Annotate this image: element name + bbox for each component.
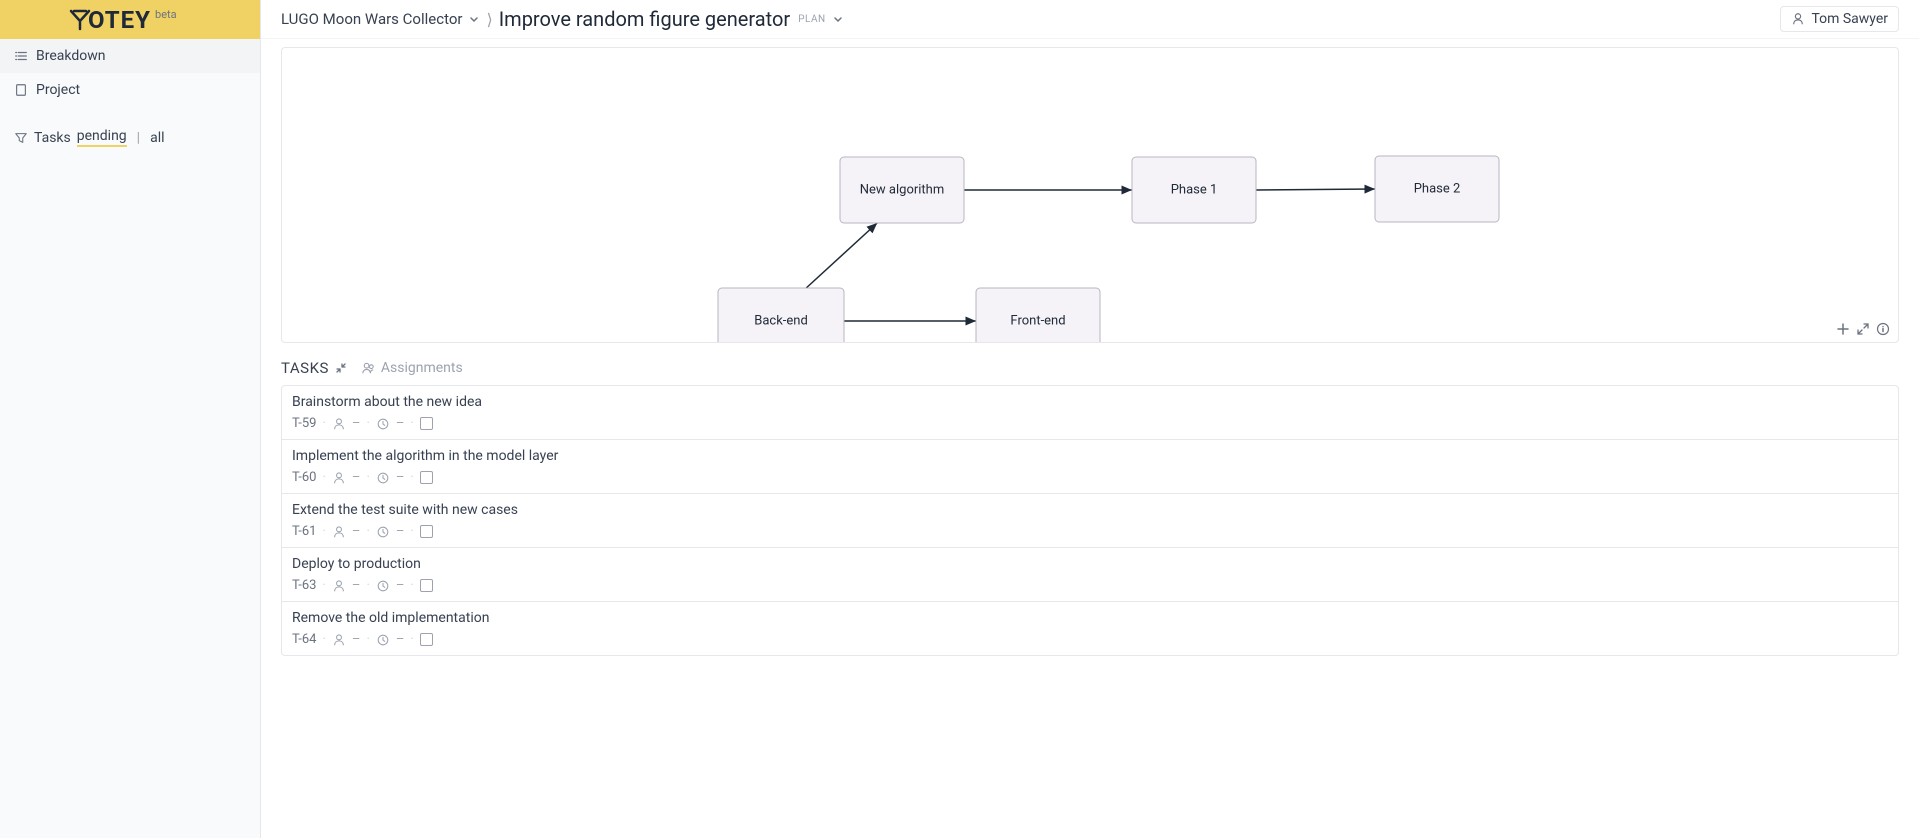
task-estimate[interactable]: – [396, 632, 405, 647]
task-row[interactable]: Deploy to production T-63 · – · – · [282, 548, 1898, 602]
users-icon [361, 361, 376, 376]
breadcrumb-separator: ⟩ [486, 10, 492, 29]
diagram-edge [1256, 189, 1375, 190]
task-assignee[interactable]: – [352, 524, 361, 539]
clock-icon [376, 471, 390, 485]
task-title: Implement the algorithm in the model lay… [292, 448, 1888, 464]
breadcrumb-project[interactable]: LUGO Moon Wars Collector [281, 10, 462, 28]
diagram-svg: Back-end New algorithm Front-end Phase 1 Pha… [282, 48, 1898, 342]
task-meta: T-59 · – · – · [292, 416, 1888, 431]
user-icon [1791, 12, 1805, 26]
user-icon [332, 417, 346, 431]
diagram-node-label: Phase 2 [1414, 181, 1461, 196]
clock-icon [376, 579, 390, 593]
task-meta: T-61 · – · – · [292, 524, 1888, 539]
task-estimate[interactable]: – [396, 578, 405, 593]
sidebar-item-label: Project [36, 82, 80, 98]
task-id: T-60 [292, 470, 317, 485]
task-id: T-63 [292, 578, 317, 593]
clock-icon [376, 633, 390, 647]
filter-separator: | [137, 130, 140, 146]
task-list: Brainstorm about the new idea T-59 · – ·… [281, 385, 1899, 656]
diagram-toolbar [1836, 322, 1890, 336]
logo-bar[interactable]: OTEY beta [0, 0, 260, 39]
sidebar-item-breakdown[interactable]: Breakdown [0, 39, 260, 73]
task-row[interactable]: Extend the test suite with new cases T-6… [282, 494, 1898, 548]
user-icon [332, 579, 346, 593]
diagram-node-label: Phase 1 [1171, 182, 1218, 197]
task-checkbox[interactable] [420, 417, 433, 430]
diagram-node-label: New algorithm [860, 182, 945, 197]
filter-icon [14, 131, 28, 145]
chevron-down-icon[interactable] [468, 13, 480, 25]
breadcrumb: LUGO Moon Wars Collector ⟩ Improve rando… [281, 7, 844, 31]
user-icon [332, 471, 346, 485]
tasks-section-header: TASKS Assignments [261, 343, 1919, 385]
task-id: T-61 [292, 524, 317, 539]
sidebar-item-project[interactable]: Project [0, 73, 260, 107]
task-meta: T-64 · – · – · [292, 632, 1888, 647]
task-title: Deploy to production [292, 556, 1888, 572]
diagram-node-backend[interactable]: Back-end [718, 288, 844, 342]
book-icon [14, 83, 28, 97]
header: LUGO Moon Wars Collector ⟩ Improve rando… [261, 0, 1919, 39]
tasks-filter: Tasks pending | all [0, 119, 260, 156]
task-assignee[interactable]: – [352, 470, 361, 485]
list-icon [14, 49, 28, 63]
clock-icon [376, 525, 390, 539]
diagram-node-label: Back-end [754, 313, 808, 328]
collapse-icon[interactable] [335, 362, 347, 374]
assignments-link[interactable]: Assignments [361, 360, 463, 376]
task-assignee[interactable]: – [352, 578, 361, 593]
plus-icon[interactable] [1836, 322, 1850, 336]
logo-text: OTEY [88, 6, 151, 34]
plan-badge: PLAN [798, 14, 825, 25]
diagram-node-phase2[interactable]: Phase 2 [1375, 156, 1499, 222]
task-title: Brainstorm about the new idea [292, 394, 1888, 410]
filter-pending[interactable]: pending [77, 128, 127, 147]
task-assignee[interactable]: – [352, 416, 361, 431]
task-checkbox[interactable] [420, 633, 433, 646]
chevron-down-icon[interactable] [832, 13, 844, 25]
task-estimate[interactable]: – [396, 470, 405, 485]
tasks-filter-label: Tasks [34, 130, 71, 146]
logo-icon [68, 7, 92, 31]
task-row[interactable]: Remove the old implementation T-64 · – ·… [282, 602, 1898, 655]
task-title: Extend the test suite with new cases [292, 502, 1888, 518]
sidebar: OTEY beta Breakdown Project Tasks pendin… [0, 0, 261, 838]
task-checkbox[interactable] [420, 579, 433, 592]
diagram-node-phase1[interactable]: Phase 1 [1132, 157, 1256, 223]
assignments-label: Assignments [381, 360, 463, 376]
user-icon [332, 525, 346, 539]
filter-all[interactable]: all [150, 130, 164, 146]
sidebar-item-label: Breakdown [36, 48, 105, 64]
task-checkbox[interactable] [420, 525, 433, 538]
task-assignee[interactable]: – [352, 632, 361, 647]
task-meta: T-60 · – · – · [292, 470, 1888, 485]
expand-icon[interactable] [1856, 322, 1870, 336]
task-estimate[interactable]: – [396, 524, 405, 539]
task-row[interactable]: Brainstorm about the new idea T-59 · – ·… [282, 386, 1898, 440]
task-id: T-64 [292, 632, 317, 647]
user-name: Tom Sawyer [1811, 11, 1888, 27]
diagram-node-frontend[interactable]: Front-end [976, 288, 1100, 342]
task-row[interactable]: Implement the algorithm in the model lay… [282, 440, 1898, 494]
task-estimate[interactable]: – [396, 416, 405, 431]
diagram-panel[interactable]: Back-end New algorithm Front-end Phase 1 Pha… [281, 47, 1899, 343]
diagram-edge [806, 223, 877, 288]
info-icon[interactable] [1876, 322, 1890, 336]
user-icon [332, 633, 346, 647]
diagram-node-newalgo[interactable]: New algorithm [840, 157, 964, 223]
tasks-title: TASKS [281, 359, 329, 377]
user-menu[interactable]: Tom Sawyer [1780, 6, 1899, 32]
clock-icon [376, 417, 390, 431]
logo-beta-badge: beta [155, 8, 177, 21]
main-content: LUGO Moon Wars Collector ⟩ Improve rando… [261, 0, 1919, 838]
breadcrumb-plan[interactable]: Improve random figure generator [499, 7, 790, 31]
task-meta: T-63 · – · – · [292, 578, 1888, 593]
diagram-node-label: Front-end [1010, 313, 1065, 328]
task-checkbox[interactable] [420, 471, 433, 484]
task-id: T-59 [292, 416, 317, 431]
task-title: Remove the old implementation [292, 610, 1888, 626]
